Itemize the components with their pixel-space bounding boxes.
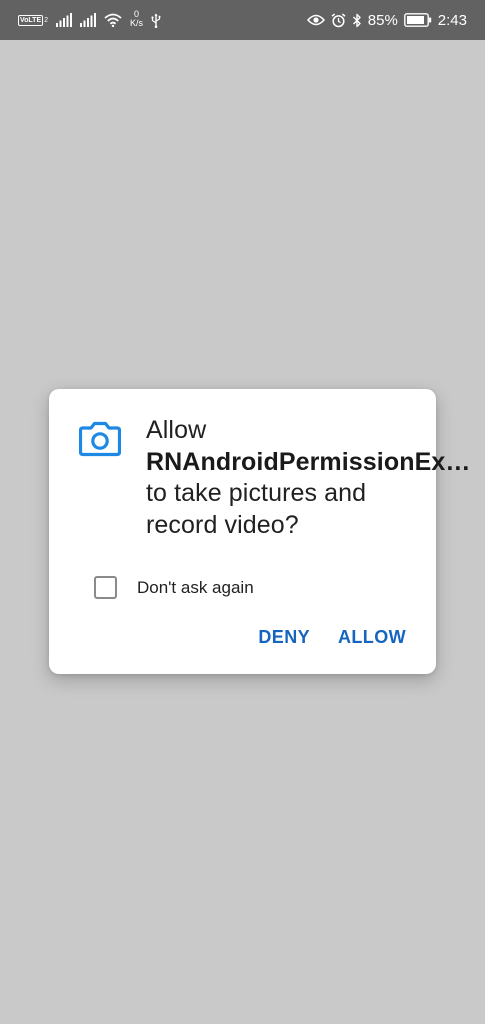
status-bar-right: 85% 2:43 <box>301 12 467 29</box>
message-prefix: Allow <box>146 416 207 444</box>
allow-button[interactable]: ALLOW <box>338 627 406 648</box>
alarm-icon <box>331 12 346 28</box>
volte-icon: VoLTE 2 <box>18 14 49 26</box>
dont-ask-again-checkbox[interactable] <box>94 576 117 599</box>
app-name: RNAndroidPermissionEx… <box>146 447 471 476</box>
network-speed: 0 K/s <box>130 10 143 28</box>
deny-button[interactable]: DENY <box>258 627 310 648</box>
camera-icon <box>78 421 122 462</box>
permission-message: Allow RNAndroidPermissionEx… to take pic… <box>146 415 470 541</box>
message-suffix: to take pictures and record video? <box>146 479 367 539</box>
dialog-buttons: DENY ALLOW <box>258 627 406 648</box>
eye-icon <box>306 14 325 26</box>
volte-sim-label: 2 <box>44 16 49 24</box>
usb-icon <box>151 13 161 28</box>
bluetooth-icon <box>352 13 362 28</box>
battery-percent: 85% <box>367 11 398 29</box>
status-bar-left: VoLTE 2 0 K/s <box>18 10 169 28</box>
network-speed-unit: K/s <box>130 18 144 28</box>
battery-icon <box>403 13 432 27</box>
volte-label: VoLTE <box>18 14 44 26</box>
permission-dialog: Allow RNAndroidPermissionEx… to take pic… <box>49 389 470 674</box>
status-bar: VoLTE 2 0 K/s 85% 2:43 <box>0 0 485 40</box>
clock: 2:43 <box>437 11 467 29</box>
signal-icon <box>56 13 73 27</box>
signal-icon <box>80 13 97 27</box>
dont-ask-again-label: Don't ask again <box>137 577 254 597</box>
dont-ask-again-row[interactable]: Don't ask again <box>94 576 254 599</box>
wifi-icon <box>104 13 122 27</box>
